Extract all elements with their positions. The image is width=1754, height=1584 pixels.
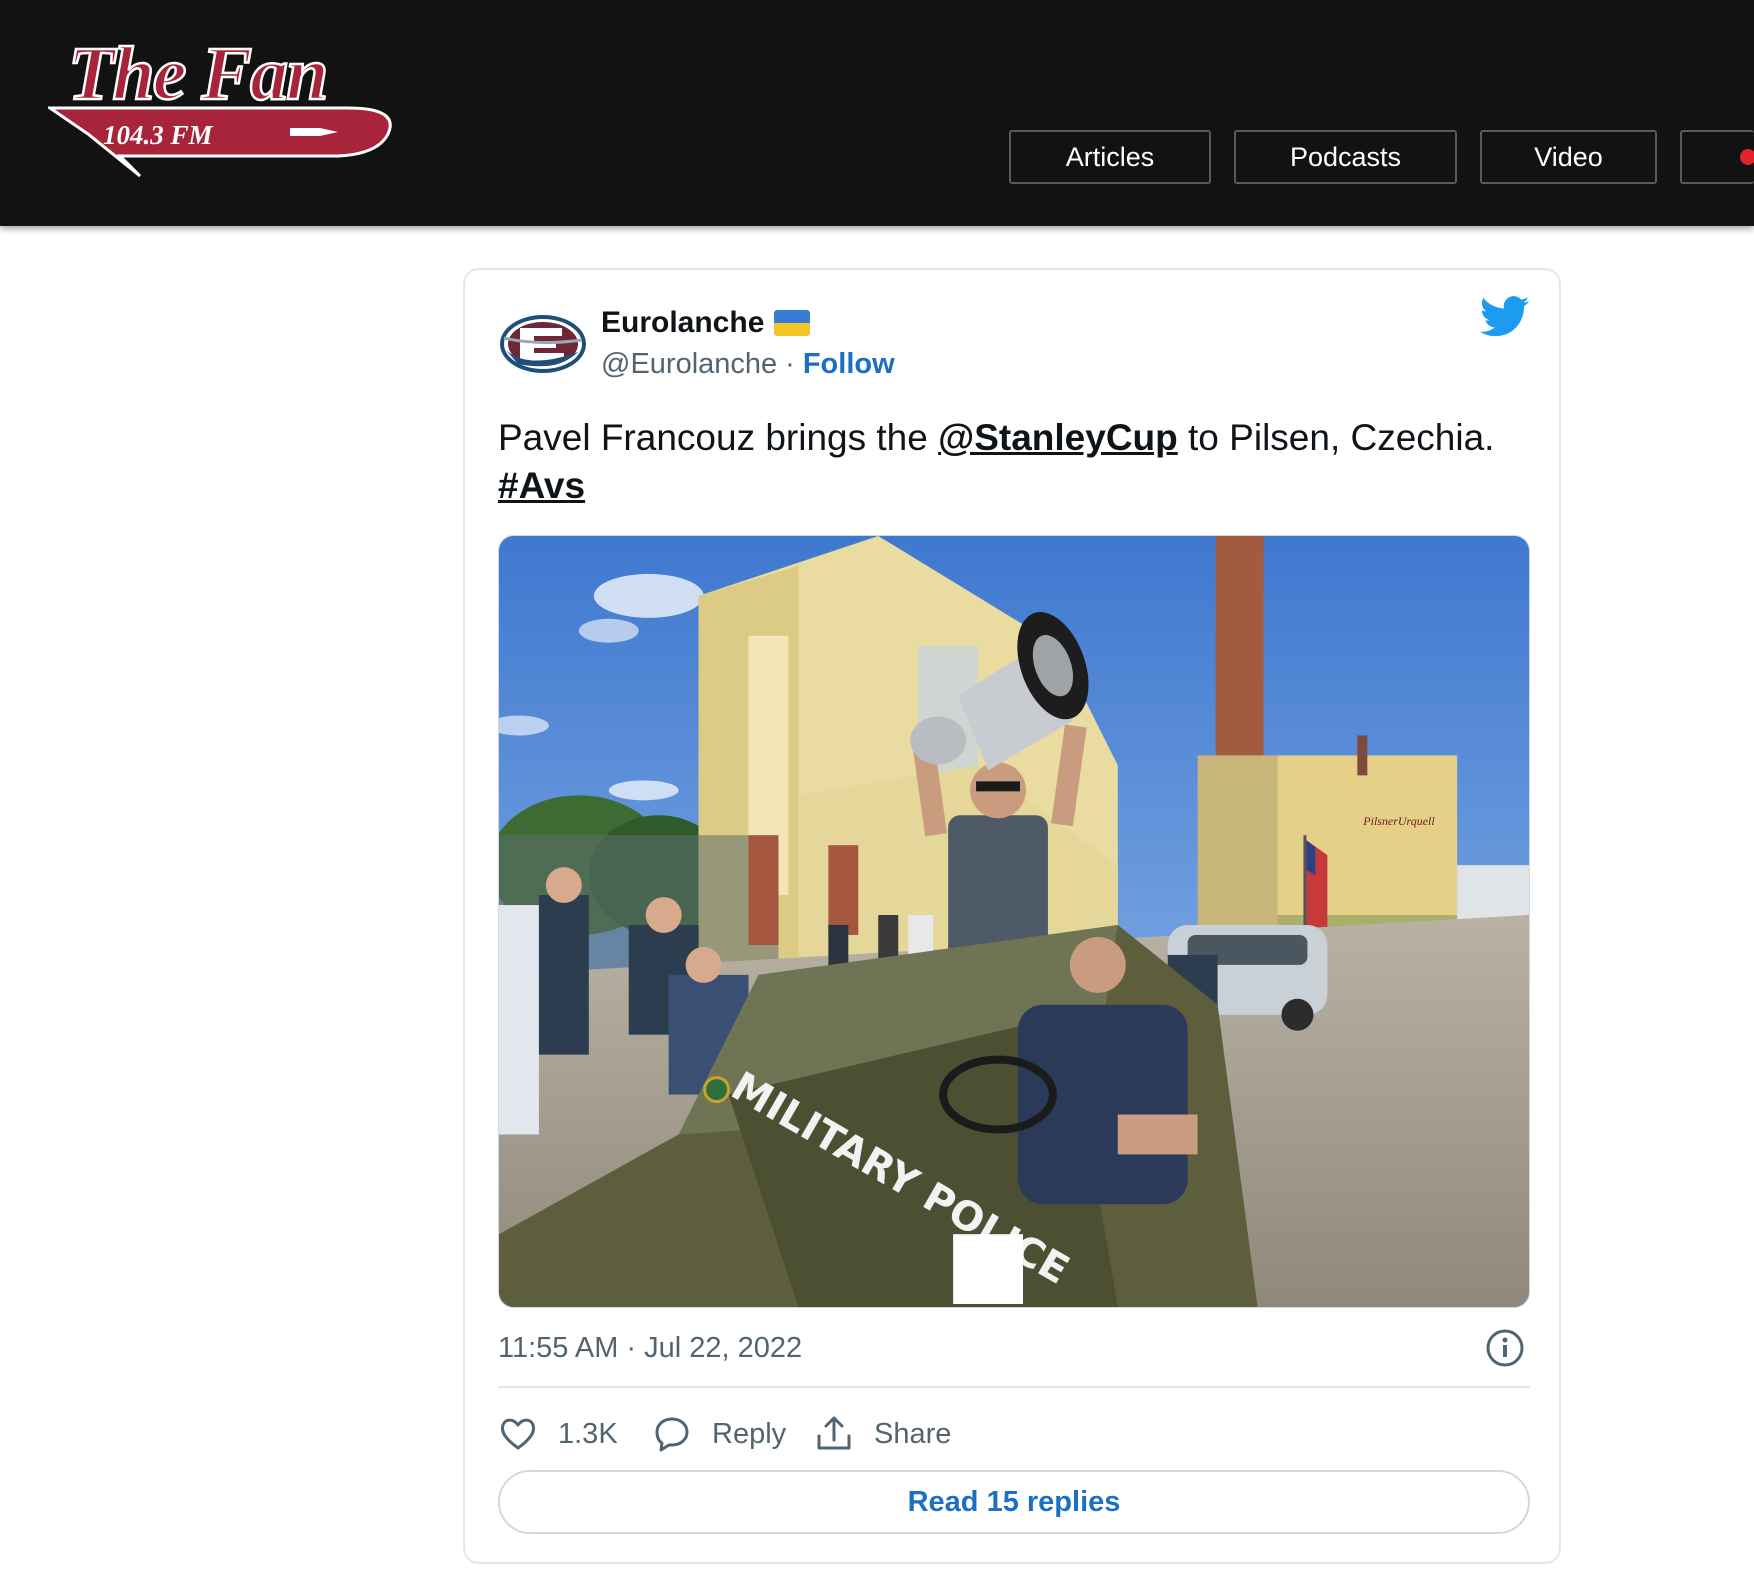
like-count: 1.3K: [558, 1417, 618, 1450]
the-fan-logo[interactable]: The Fan 104.3 FM: [48, 24, 408, 179]
tweet-timestamp[interactable]: 11:55 AM · Jul 22, 2022: [498, 1332, 802, 1365]
stanley-cup-photo-illustration: PilsnerUrquell MILITARY POLICE: [499, 536, 1529, 1307]
author-avatar[interactable]: [498, 312, 588, 376]
follow-link[interactable]: Follow: [803, 348, 895, 381]
nav-podcasts-button[interactable]: Podcasts: [1234, 130, 1457, 184]
read-replies-label: Read 15 replies: [907, 1485, 1121, 1518]
site-header: The Fan 104.3 FM Articles Podcasts Video: [0, 0, 1754, 226]
nav-podcasts-label: Podcasts: [1289, 141, 1402, 172]
logo-frequency: 104.3 FM: [103, 120, 214, 150]
twitter-bird-icon[interactable]: [1480, 296, 1530, 338]
nav-video-label: Video: [1534, 141, 1603, 172]
speech-bubble-icon: [655, 1417, 689, 1452]
nav-live-button[interactable]: [1680, 130, 1754, 184]
nav-video-button[interactable]: Video: [1480, 130, 1657, 184]
author-name-text: Eurolanche: [601, 306, 765, 339]
ukraine-flag-icon: [774, 310, 811, 336]
share-button[interactable]: Share: [814, 1410, 951, 1458]
actions-divider: [498, 1386, 1530, 1388]
heart-icon: [500, 1418, 536, 1450]
nav-articles-label: Articles: [1065, 141, 1155, 172]
logo-wordmark: The Fan: [68, 32, 326, 116]
author-handle[interactable]: @Eurolanche: [601, 348, 777, 381]
author-handle-row: @Eurolanche · Follow: [601, 348, 895, 381]
author-name[interactable]: Eurolanche: [601, 306, 811, 340]
reply-label: Reply: [712, 1417, 787, 1450]
pilsner-sign-text: PilsnerUrquell: [1362, 814, 1435, 828]
tweet-text-part2: to Pilsen, Czechia.: [1177, 417, 1495, 458]
tweet-photo[interactable]: PilsnerUrquell MILITARY POLICE: [498, 535, 1530, 1308]
avs-hashtag-link[interactable]: #Avs: [498, 465, 585, 506]
embedded-tweet: Eurolanche @Eurolanche · Follow Pavel Fr…: [463, 268, 1561, 1564]
the-fan-logo-graphic: The Fan 104.3 FM: [48, 31, 392, 178]
info-icon[interactable]: [1485, 1328, 1525, 1368]
tweet-text-part1: Pavel Francouz brings the: [498, 417, 939, 458]
share-label: Share: [874, 1417, 952, 1450]
handle-separator: ·: [785, 348, 795, 380]
stanleycup-mention-link[interactable]: @StanleyCup: [938, 417, 1178, 458]
nav-articles-button[interactable]: Articles: [1009, 130, 1211, 184]
read-replies-button[interactable]: Read 15 replies: [498, 1470, 1530, 1534]
tweet-text: Pavel Francouz brings the @StanleyCup to…: [498, 414, 1528, 510]
avalanche-logo-icon: [500, 315, 586, 373]
live-dot-icon: [1740, 149, 1754, 165]
like-button[interactable]: 1.3K: [498, 1410, 618, 1458]
reply-button[interactable]: Reply: [652, 1410, 786, 1458]
share-upload-icon: [817, 1416, 851, 1450]
